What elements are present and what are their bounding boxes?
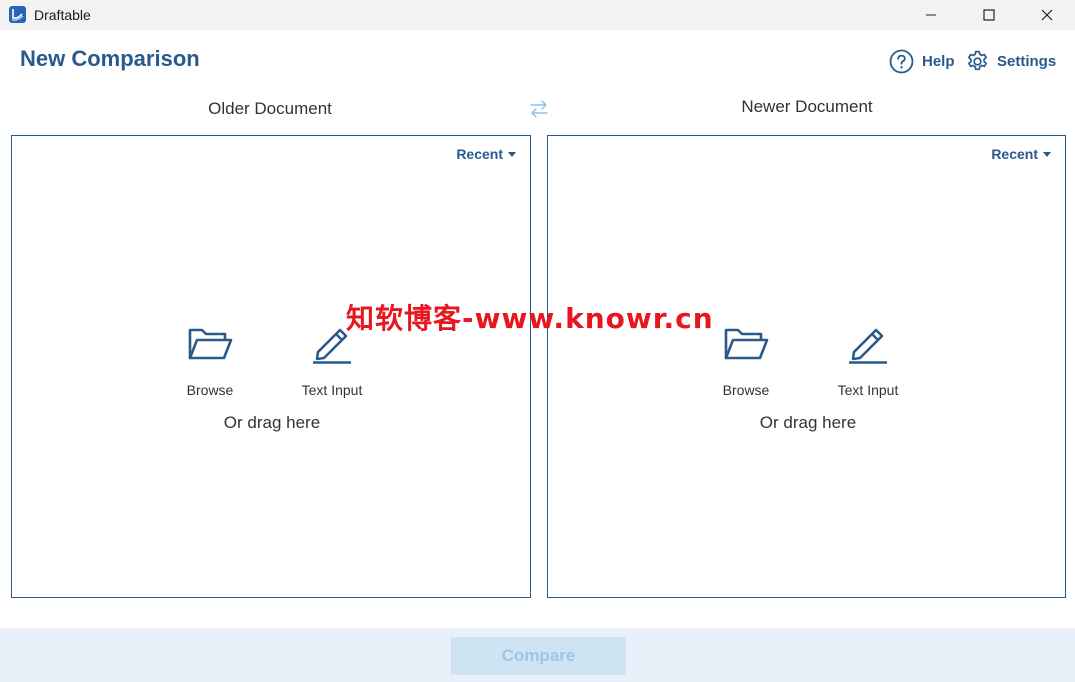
older-browse-button[interactable]: Browse [165,324,255,398]
help-button[interactable]: Help [889,48,955,74]
swap-documents-icon[interactable] [528,98,550,120]
maximize-button[interactable] [960,0,1018,30]
newer-document-drop-zone[interactable]: Recent Browse Text Input Or drag here [547,135,1066,598]
browse-label: Browse [186,382,234,398]
older-drag-hint: Or drag here [223,413,321,432]
newer-text-input-button[interactable]: Text Input [823,324,913,398]
recent-label: Recent [456,146,503,162]
newer-recent-dropdown[interactable]: Recent [991,146,1051,162]
settings-button[interactable]: Settings [965,48,1056,74]
app-logo-icon [9,6,26,23]
window-title: Draftable [34,7,91,23]
browse-label: Browse [722,382,770,398]
text-input-label: Text Input [837,382,899,398]
caret-down-icon [1043,151,1051,157]
recent-label: Recent [991,146,1038,162]
older-recent-dropdown[interactable]: Recent [456,146,516,162]
older-document-drop-zone[interactable]: Recent Browse Text Input Or drag here [11,135,531,598]
footer-bar: Compare [0,628,1075,682]
newer-drag-hint: Or drag here [759,413,857,432]
help-icon [889,49,914,73]
newer-document-heading: Newer Document [741,97,873,116]
gear-icon [968,50,987,70]
pencil-icon [849,328,887,364]
minimize-button[interactable] [902,0,960,30]
folder-open-icon [188,328,233,360]
page-title: New Comparison [20,46,200,71]
older-document-heading: Older Document [208,99,332,118]
caret-down-icon [508,151,516,157]
minimize-icon [926,14,936,16]
close-icon [1041,9,1053,21]
help-label: Help [922,52,955,70]
close-button[interactable] [1018,0,1075,30]
text-input-label: Text Input [301,382,363,398]
newer-browse-button[interactable]: Browse [701,324,791,398]
title-bar: Draftable [0,0,1075,30]
compare-button[interactable]: Compare [451,637,626,675]
maximize-icon [983,9,995,21]
watermark-text: 知软博客-www.knowr.cn [346,302,714,335]
settings-label: Settings [997,52,1057,70]
folder-open-icon [724,328,769,360]
